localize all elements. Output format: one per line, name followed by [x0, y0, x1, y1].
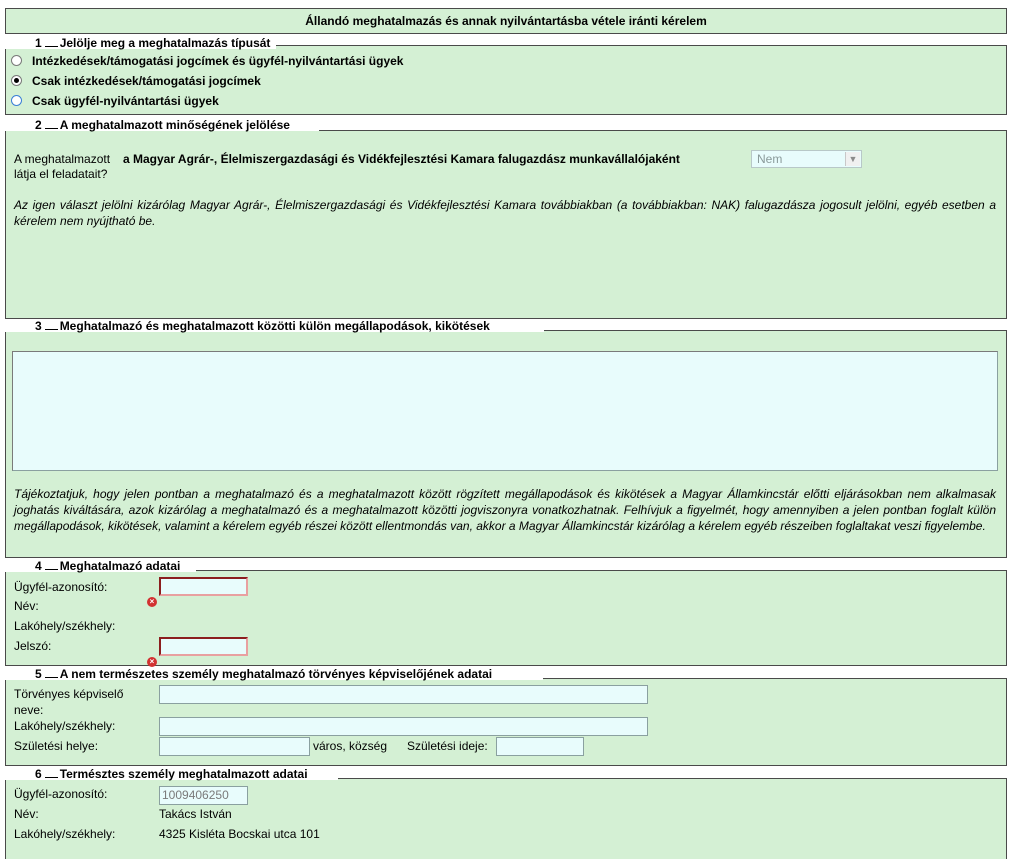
section-6-number: 6 [35, 767, 42, 781]
s4-password-label: Jelszó: [14, 639, 52, 653]
radio-option-3[interactable] [11, 95, 22, 106]
option-3-label: Csak ügyfél-nyilvántartási ügyek [32, 94, 219, 108]
s4-password-error-icon: × [147, 657, 157, 667]
s6-client-id-label: Ügyfél-azonosító: [14, 787, 108, 801]
radio-option-1[interactable] [11, 55, 22, 66]
s5-rep-label-1: Törvényes képviselő [14, 687, 124, 701]
section-5-legend: 5 A nem természetes személy meghatalmazó … [5, 668, 543, 680]
s5-birthdate-label: Születési ideje: [407, 739, 488, 753]
section-6-legend: 6 Természtes személy meghatalmazott adata… [5, 768, 338, 780]
s6-name-value: Takács István [159, 807, 232, 821]
s5-birthdate-input[interactable] [496, 737, 584, 756]
option-2-label: Csak intézkedések/támogatási jogcímek [32, 74, 261, 88]
agreements-note: Tájékoztatjuk, hogy jelen pontban a megh… [14, 487, 996, 533]
section-1-legend: 1 Jelölje meg a meghatalmazás típusát [5, 37, 276, 49]
radio-option-2[interactable] [11, 75, 22, 86]
nak-note: Az igen választ jelölni kizárólag Magyar… [14, 198, 996, 228]
s5-rep-name-input[interactable] [159, 685, 648, 704]
meghatalmazott-question-line2: látja el feladatait? [14, 167, 108, 181]
section-4-number: 4 [35, 559, 42, 573]
s4-address-label: Lakóhely/székhely: [14, 619, 116, 633]
section-2-number: 2 [35, 118, 42, 132]
meghatalmazott-question-bold: a Magyar Agrár-, Élelmiszergazdasági és … [123, 152, 680, 166]
section-4: Ügyfél-azonosító: × Név: Lakóhely/székhe… [5, 570, 1007, 667]
section-1-title: Jelölje meg a meghatalmazás típusát [59, 36, 271, 50]
falugazdasz-select-value: Nem [757, 152, 783, 166]
s4-name-label: Név: [14, 599, 39, 613]
s5-birthplace-label: Születési helye: [14, 739, 99, 753]
form-title-box: Állandó meghatalmazás és annak nyilvánta… [5, 8, 1007, 34]
section-1: Intézkedések/támogatási jogcímek és ügyf… [5, 45, 1007, 115]
option-1-label: Intézkedések/támogatási jogcímek és ügyf… [32, 54, 404, 68]
s5-rep-label-2: neve: [14, 703, 44, 717]
s5-address-input[interactable] [159, 717, 648, 736]
s6-name-label: Név: [14, 807, 39, 821]
s4-client-id-error-icon: × [147, 597, 157, 607]
s4-client-id-input[interactable] [159, 577, 248, 596]
meghatalmazott-question-prefix: A meghatalmazott [14, 152, 111, 166]
section-6-title: Természtes személy meghatalmazott adatai [59, 767, 308, 781]
s5-city-label: város, község [313, 739, 388, 753]
section-2: A meghatalmazott a Magyar Agrár-, Élelmi… [5, 130, 1007, 319]
section-4-legend: 4 Meghatalmazó adatai [5, 560, 196, 572]
section-2-legend: 2 A meghatalmazott minőségének jelölése [5, 119, 319, 131]
s4-password-input[interactable] [159, 637, 248, 656]
form-title: Állandó meghatalmazás és annak nyilvánta… [305, 14, 707, 28]
section-5: Törvényes képviselő neve: Lakóhely/székh… [5, 678, 1007, 766]
agreements-textarea[interactable] [12, 351, 998, 471]
section-2-title: A meghatalmazott minőségének jelölése [59, 118, 290, 132]
section-4-title: Meghatalmazó adatai [59, 559, 181, 573]
s6-address-value: 4325 Kisléta Bocskai utca 101 [159, 827, 320, 841]
section-3-title: Meghatalmazó és meghatalmazott közötti k… [59, 319, 490, 333]
section-3-number: 3 [35, 319, 42, 333]
s6-address-label: Lakóhely/székhely: [14, 827, 116, 841]
section-5-title: A nem természetes személy meghatalmazó t… [59, 667, 493, 681]
section-3-legend: 3 Meghatalmazó és meghatalmazott közötti … [5, 320, 544, 332]
s6-client-id-input[interactable]: 1009406250 [159, 786, 248, 805]
section-3: Tájékoztatjuk, hogy jelen pontban a megh… [5, 330, 1007, 558]
section-1-number: 1 [35, 36, 42, 50]
s5-birthplace-input[interactable] [159, 737, 310, 756]
s5-address-label: Lakóhely/székhely: [14, 719, 116, 733]
section-6: Ügyfél-azonosító: 1009406250 Név: Takács… [5, 778, 1007, 859]
chevron-down-icon: ▼ [845, 152, 860, 166]
falugazdasz-select[interactable]: Nem ▼ [751, 150, 862, 168]
s4-client-id-label: Ügyfél-azonosító: [14, 580, 108, 594]
section-5-number: 5 [35, 667, 42, 681]
